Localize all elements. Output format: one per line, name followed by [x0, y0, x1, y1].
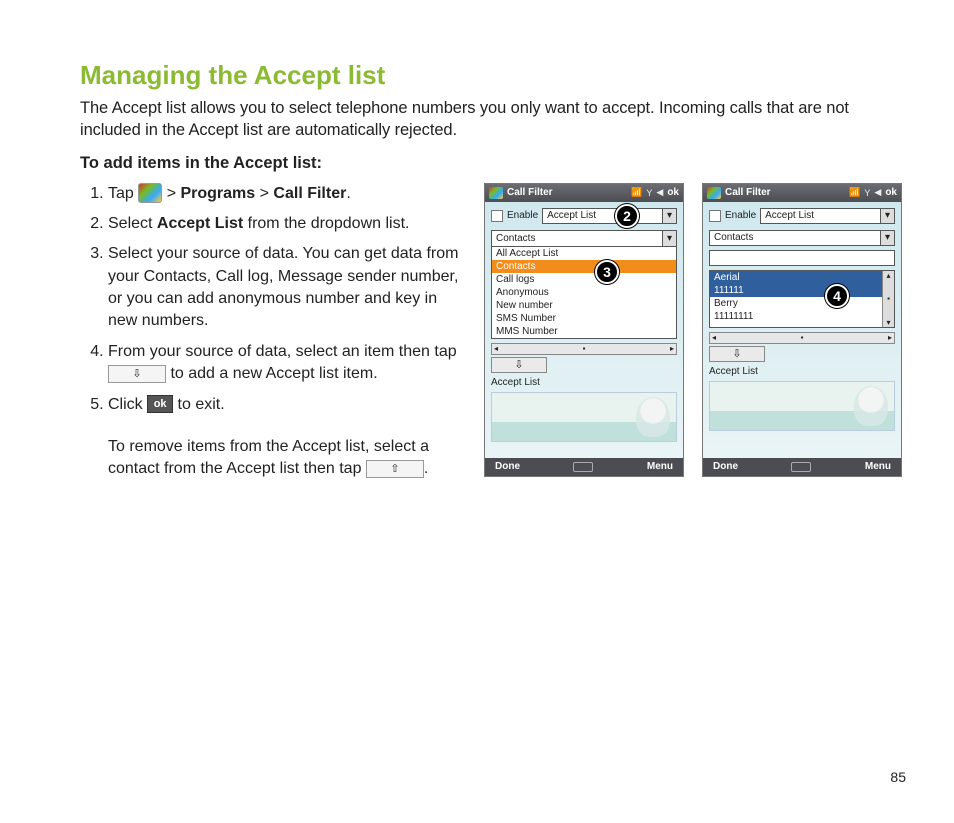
enable-checkbox[interactable]: [709, 210, 721, 222]
step-3: Select your source of data. You can get …: [108, 243, 460, 333]
enable-checkbox[interactable]: [491, 210, 503, 222]
callout-2: 2: [615, 204, 639, 228]
chevron-down-icon[interactable]: ▾: [662, 231, 676, 246]
antenna-icon: Y: [864, 188, 870, 198]
step2-text-b: from the dropdown list.: [243, 215, 409, 232]
softkey-done[interactable]: Done: [495, 461, 520, 472]
add-down-icon: ⇩: [108, 365, 166, 383]
list-item[interactable]: Berry: [710, 297, 894, 310]
instruction-column: Tap > Programs > Call Filter. Select Acc…: [80, 183, 460, 489]
page-number: 85: [890, 769, 906, 785]
step4-text-a: From your source of data, select an item…: [108, 343, 457, 360]
combo-value: Accept List: [547, 210, 596, 221]
enable-label: Enable: [725, 210, 756, 221]
page-title: Managing the Accept list: [80, 60, 909, 91]
step1-text-c: >: [255, 185, 273, 202]
enable-label: Enable: [507, 210, 538, 221]
list-type-combo[interactable]: Accept List ▾: [542, 208, 677, 224]
phone-screenshot-2: Call Filter 📶 Y ◀ ok Enable Accept List …: [702, 183, 902, 477]
step1-text-d: .: [346, 185, 350, 202]
source-option[interactable]: All Accept List: [492, 247, 676, 260]
softkey-done[interactable]: Done: [713, 461, 738, 472]
source-option[interactable]: New number: [492, 299, 676, 312]
source-combo[interactable]: Contacts ▾: [491, 230, 677, 246]
chevron-down-icon[interactable]: ▾: [880, 209, 894, 223]
titlebar-ok-button[interactable]: ok: [667, 187, 679, 198]
callout-3: 3: [595, 260, 619, 284]
step-5: Click ok to exit. To remove items from t…: [108, 394, 460, 481]
horizontal-scrollbar[interactable]: ◂▪▸: [491, 343, 677, 355]
removal-note: To remove items from the Accept list, se…: [108, 436, 460, 481]
screenshots-column: Call Filter 📶 Y ◀ ok Enable Accept List …: [484, 183, 902, 477]
horizontal-scrollbar[interactable]: ◂▪▸: [709, 332, 895, 344]
source-option[interactable]: Contacts: [492, 260, 676, 273]
list-type-combo[interactable]: Accept List ▾: [760, 208, 895, 224]
step-4: From your source of data, select an item…: [108, 341, 460, 386]
phone-screenshot-1: Call Filter 📶 Y ◀ ok Enable Accept List …: [484, 183, 684, 477]
titlebar: Call Filter 📶 Y ◀ ok: [703, 184, 901, 202]
step1-text-b: >: [162, 185, 180, 202]
speaker-icon: ◀: [656, 187, 663, 198]
source-option[interactable]: Call logs: [492, 273, 676, 286]
source-dropdown-list[interactable]: All Accept ListContactsCall logsAnonymou…: [491, 246, 677, 339]
source-option[interactable]: Anonymous: [492, 286, 676, 299]
accept-list-label: Accept List: [709, 366, 895, 377]
step2-acceptlist: Accept List: [157, 215, 243, 232]
contacts-listbox[interactable]: Aerial111111Berry11111111 ▴▪▾: [709, 270, 895, 328]
step2-text-a: Select: [108, 215, 157, 232]
callout-4: 4: [825, 284, 849, 308]
source-combo[interactable]: Contacts ▾: [709, 230, 895, 246]
chevron-down-icon[interactable]: ▾: [662, 209, 676, 223]
keyboard-icon[interactable]: [573, 462, 593, 472]
source-option[interactable]: SMS Number: [492, 312, 676, 325]
step1-text-a: Tap: [108, 185, 138, 202]
remove-up-icon: ⇧: [366, 460, 424, 478]
titlebar: Call Filter 📶 Y ◀ ok: [485, 184, 683, 202]
antenna-icon: Y: [646, 188, 652, 198]
search-input[interactable]: [709, 250, 895, 266]
start-icon: [138, 183, 162, 203]
step-1: Tap > Programs > Call Filter.: [108, 183, 460, 205]
subhead: To add items in the Accept list:: [80, 154, 909, 173]
chevron-down-icon[interactable]: ▾: [880, 231, 894, 245]
start-flag-icon[interactable]: [707, 187, 721, 199]
list-item-number[interactable]: 11111111: [710, 310, 894, 323]
accept-list-label: Accept List: [491, 377, 677, 388]
signal-icon: 📶: [849, 187, 860, 198]
titlebar-ok-button[interactable]: ok: [885, 187, 897, 198]
step4-text-b: to add a new Accept list item.: [166, 365, 378, 382]
ok-icon: ok: [147, 395, 173, 413]
list-item-number[interactable]: 111111: [710, 284, 894, 297]
intro-paragraph: The Accept list allows you to select tel…: [80, 97, 909, 142]
step5-text-b: to exit.: [173, 396, 225, 413]
step5-text-a: Click: [108, 396, 147, 413]
note-text-b: .: [424, 460, 428, 477]
signal-icon: 📶: [631, 187, 642, 198]
keyboard-icon[interactable]: [791, 462, 811, 472]
combo-value: Accept List: [765, 210, 814, 221]
source-combo-value: Contacts: [496, 233, 535, 244]
step-2: Select Accept List from the dropdown lis…: [108, 213, 460, 235]
speaker-icon: ◀: [874, 187, 881, 198]
source-option[interactable]: MMS Number: [492, 325, 676, 338]
step1-callfilter: Call Filter: [273, 185, 346, 202]
step1-programs: Programs: [180, 185, 255, 202]
source-combo-value: Contacts: [714, 232, 753, 243]
titlebar-app-name: Call Filter: [507, 187, 553, 198]
start-flag-icon[interactable]: [489, 187, 503, 199]
softkey-menu[interactable]: Menu: [865, 461, 891, 472]
add-item-button[interactable]: ⇩: [709, 346, 765, 362]
vertical-scrollbar[interactable]: ▴▪▾: [882, 271, 894, 327]
add-item-button[interactable]: ⇩: [491, 357, 547, 373]
softkey-menu[interactable]: Menu: [647, 461, 673, 472]
mascot-illustration: [709, 381, 895, 431]
titlebar-app-name: Call Filter: [725, 187, 771, 198]
list-item[interactable]: Aerial: [710, 271, 894, 284]
mascot-illustration: [491, 392, 677, 442]
